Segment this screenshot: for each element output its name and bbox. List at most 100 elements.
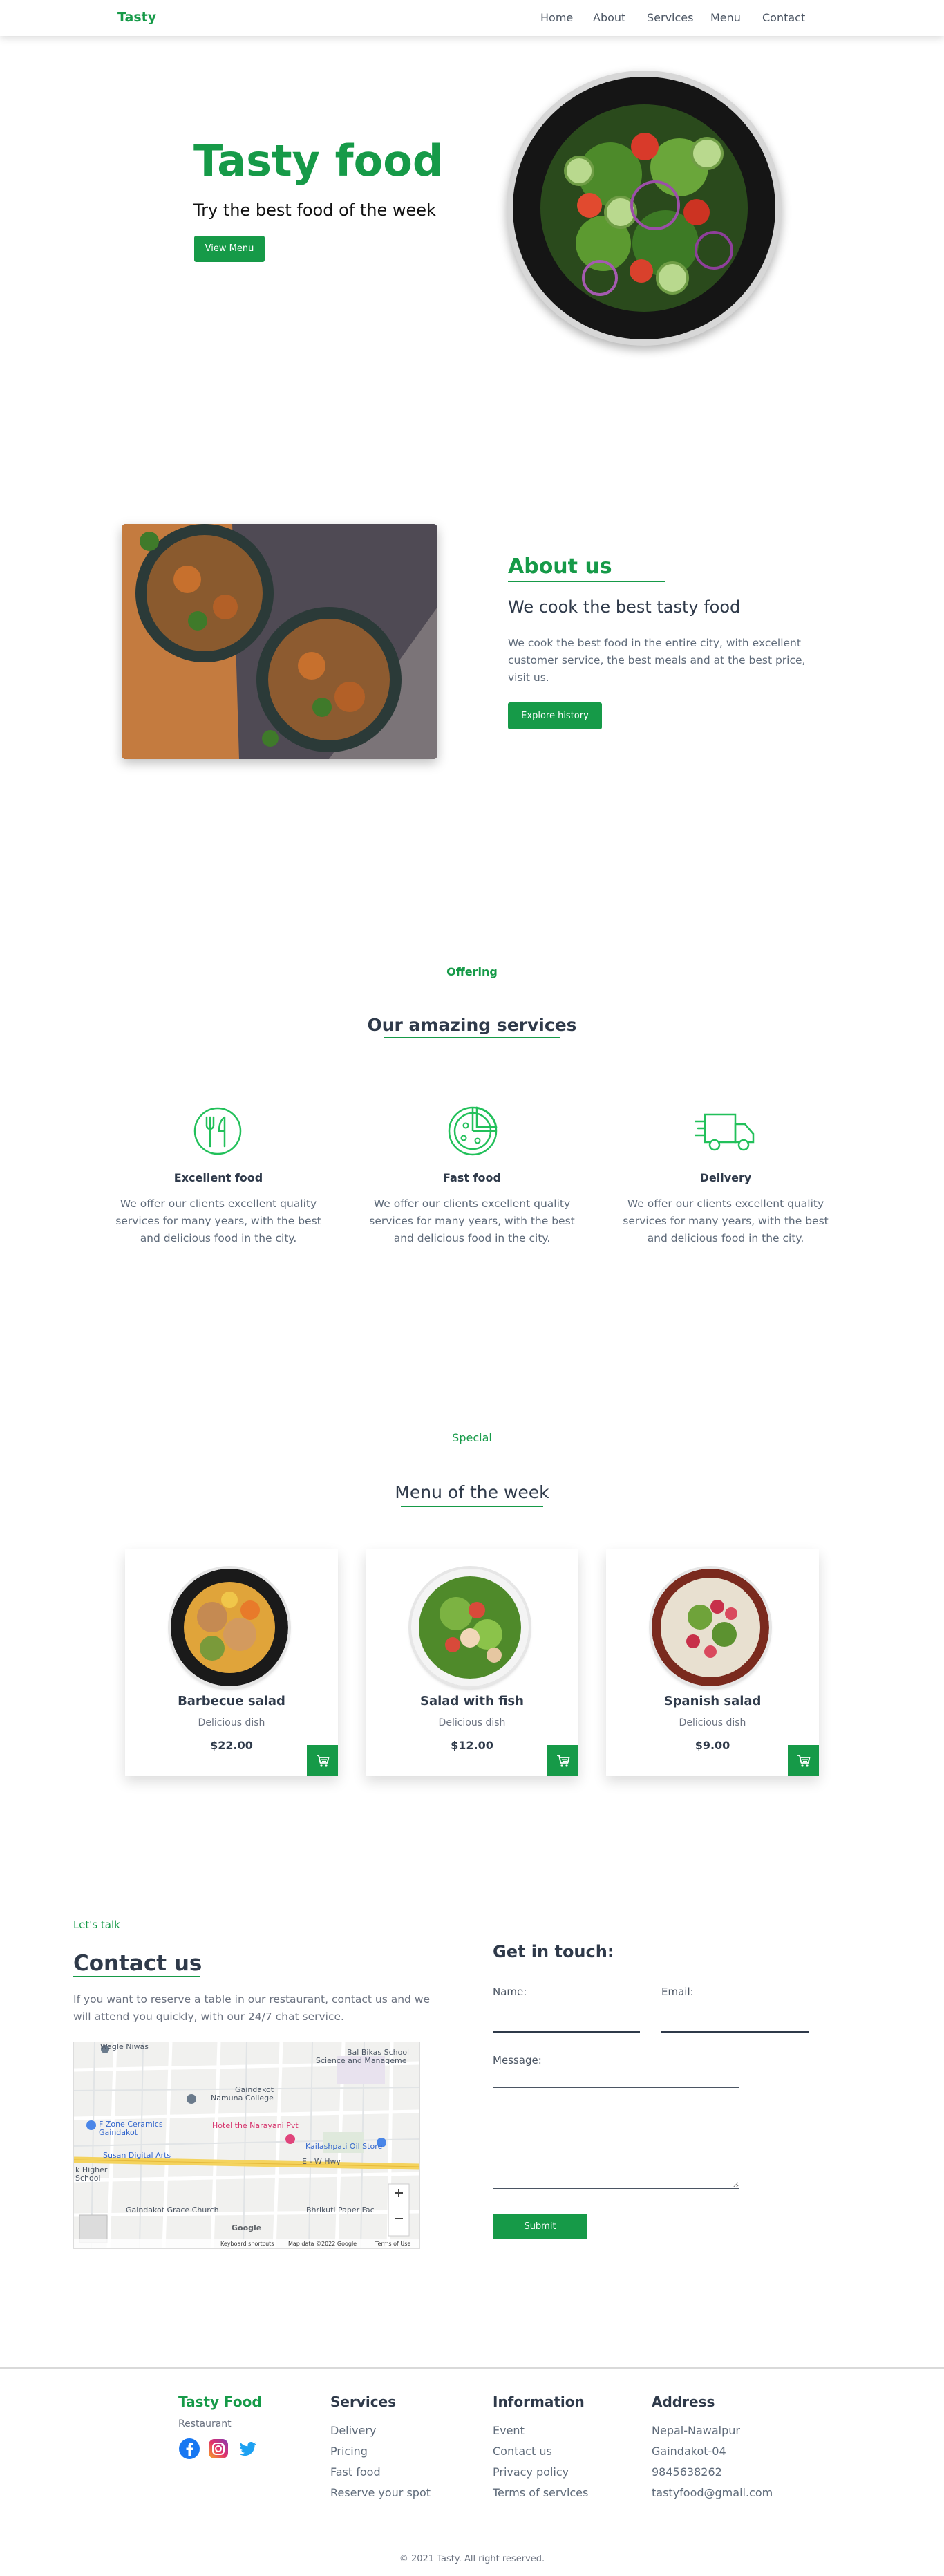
- footer-link[interactable]: Terms of services: [493, 2486, 588, 2500]
- service-title-fast-food: Fast food: [443, 1171, 501, 1184]
- footer-col-title: Services: [330, 2393, 397, 2410]
- map-label: Science and Manageme: [316, 2056, 407, 2065]
- menu-item-sub: Delicious dish: [198, 1717, 265, 1728]
- service-desc-delivery: We offer our clients excellent quality s…: [623, 1197, 829, 1244]
- location-map[interactable]: Wagle Niwas Bal Bikas School Science and…: [73, 2042, 420, 2249]
- email-input[interactable]: [661, 2008, 809, 2033]
- copyright: © 2021 Tasty. All right reserved.: [399, 2554, 545, 2564]
- site-header: Tasty Home About Services Menu Contact: [0, 0, 944, 36]
- service-title-excellent-food: Excellent food: [173, 1171, 263, 1184]
- submit-button[interactable]: Submit: [493, 2214, 587, 2239]
- services-tag: Offering: [446, 965, 498, 978]
- menu-item-sub: Delicious dish: [679, 1717, 746, 1728]
- about-text: We cook the best food in the entire city…: [508, 637, 806, 684]
- map-label: Kailashpati Oil Store: [305, 2142, 383, 2151]
- message-textarea[interactable]: [493, 2087, 739, 2189]
- footer-col-title: Information: [493, 2393, 585, 2410]
- social-links: [178, 2438, 258, 2460]
- about-title-underline: [508, 581, 665, 582]
- add-to-cart-button[interactable]: [547, 1745, 578, 1776]
- footer-address-line: Nepal-Nawalpur: [652, 2424, 740, 2437]
- map-label: E - W Hwy: [302, 2157, 341, 2166]
- explore-history-button[interactable]: Explore history: [508, 702, 602, 729]
- service-desc-excellent-food: We offer our clients excellent quality s…: [115, 1197, 321, 1244]
- nav-menu[interactable]: Menu: [710, 11, 741, 24]
- footer-link[interactable]: Pricing: [330, 2445, 431, 2458]
- contact-title: Contact us: [73, 1951, 202, 1976]
- name-label: Name:: [493, 1986, 527, 1998]
- about-subtitle: We cook the best tasty food: [508, 597, 741, 617]
- logo[interactable]: Tasty: [117, 10, 156, 25]
- about-title: About us: [508, 554, 612, 579]
- message-label: Message:: [493, 2054, 542, 2066]
- footer-email[interactable]: tastyfood@gmail.com: [652, 2486, 773, 2500]
- menu-item-name: Spanish salad: [663, 1694, 762, 1708]
- footer-brand: Tasty Food: [178, 2393, 262, 2410]
- map-footer: Keyboard shortcuts Map data ©2022 Google…: [74, 2239, 419, 2248]
- contact-tag: Let's talk: [73, 1919, 120, 1931]
- service-title-delivery: Delivery: [699, 1171, 752, 1184]
- add-to-cart-button[interactable]: [788, 1745, 819, 1776]
- footer-link[interactable]: Reserve your spot: [330, 2486, 431, 2500]
- cart-icon: [316, 1754, 329, 1767]
- menu-title-underline: [401, 1506, 543, 1507]
- footer-link[interactable]: Fast food: [330, 2465, 431, 2479]
- map-label: Gaindakot Grace Church: [126, 2205, 219, 2214]
- nav-home[interactable]: Home: [540, 11, 573, 24]
- menu-item-price: $22.00: [210, 1739, 253, 1752]
- fork-knife-icon: [193, 1106, 243, 1156]
- map-label: Bhrikuti Paper Fac: [306, 2205, 375, 2214]
- contact-title-underline: [73, 1976, 200, 1977]
- menu-card-spanish-salad[interactable]: Spanish salad Delicious dish $9.00: [606, 1549, 819, 1776]
- map-label: Namuna College: [211, 2093, 274, 2102]
- view-menu-button[interactable]: View Menu: [194, 236, 265, 262]
- services-title: Our amazing services: [367, 1015, 577, 1035]
- hero-salad-image: [507, 71, 782, 346]
- add-to-cart-button[interactable]: [307, 1745, 338, 1776]
- cart-icon: [797, 1754, 810, 1767]
- map-keyboard-shortcuts[interactable]: Keyboard shortcuts: [220, 2241, 274, 2247]
- menu-card-salad-with-fish[interactable]: Salad with fish Delicious dish $12.00: [366, 1549, 578, 1776]
- footer-link[interactable]: Event: [493, 2424, 588, 2438]
- instagram-icon[interactable]: [207, 2438, 229, 2460]
- menu-title: Menu of the week: [395, 1482, 549, 1502]
- name-input[interactable]: [493, 2008, 640, 2033]
- map-terms[interactable]: Terms of Use: [375, 2241, 410, 2247]
- nav-about[interactable]: About: [593, 11, 625, 24]
- footer-link[interactable]: Privacy policy: [493, 2465, 588, 2479]
- delivery-truck-icon: [694, 1110, 756, 1153]
- menu-card-barbecue-salad[interactable]: Barbecue salad Delicious dish $22.00: [125, 1549, 338, 1776]
- cart-icon: [556, 1754, 569, 1767]
- footer-col-title: Address: [652, 2393, 715, 2410]
- map-label: Wagle Niwas: [100, 2042, 149, 2051]
- pizza-icon: [446, 1105, 499, 1157]
- footer-information-column: Information Event Contact us Privacy pol…: [493, 2393, 588, 2507]
- salad-with-fish-image: [411, 1569, 529, 1686]
- nav-contact[interactable]: Contact: [762, 11, 805, 24]
- menu-item-name: Salad with fish: [420, 1694, 524, 1708]
- footer-brand-sub: Restaurant: [178, 2418, 232, 2429]
- map-label: School: [75, 2174, 101, 2183]
- service-desc-fast-food: We offer our clients excellent quality s…: [369, 1197, 575, 1244]
- menu-item-price: $9.00: [695, 1739, 730, 1752]
- about-food-image: [122, 524, 437, 759]
- hero-subtitle: Try the best food of the week: [193, 200, 436, 220]
- footer-address-line: Gaindakot-04: [652, 2445, 726, 2458]
- menu-item-price: $12.00: [451, 1739, 493, 1752]
- nav-services[interactable]: Services: [647, 11, 693, 24]
- site-footer: Tasty Food Restaurant Services Delivery …: [0, 2367, 944, 2576]
- menu-item-sub: Delicious dish: [438, 1717, 506, 1728]
- form-title: Get in touch:: [493, 1942, 614, 1961]
- hero-title: Tasty food: [193, 136, 444, 186]
- footer-link[interactable]: Delivery: [330, 2424, 431, 2438]
- google-logo: Google: [232, 2223, 262, 2232]
- twitter-icon[interactable]: [236, 2438, 258, 2460]
- map-data-credit: Map data ©2022 Google: [288, 2241, 357, 2247]
- email-label: Email:: [661, 1986, 694, 1998]
- footer-link[interactable]: Contact us: [493, 2445, 588, 2458]
- barbecue-salad-image: [171, 1569, 288, 1686]
- facebook-icon[interactable]: [178, 2438, 200, 2460]
- menu-tag: Special: [452, 1431, 492, 1444]
- footer-phone[interactable]: 9845638262: [652, 2465, 773, 2479]
- map-label: Hotel the Narayani Pvt: [212, 2121, 299, 2130]
